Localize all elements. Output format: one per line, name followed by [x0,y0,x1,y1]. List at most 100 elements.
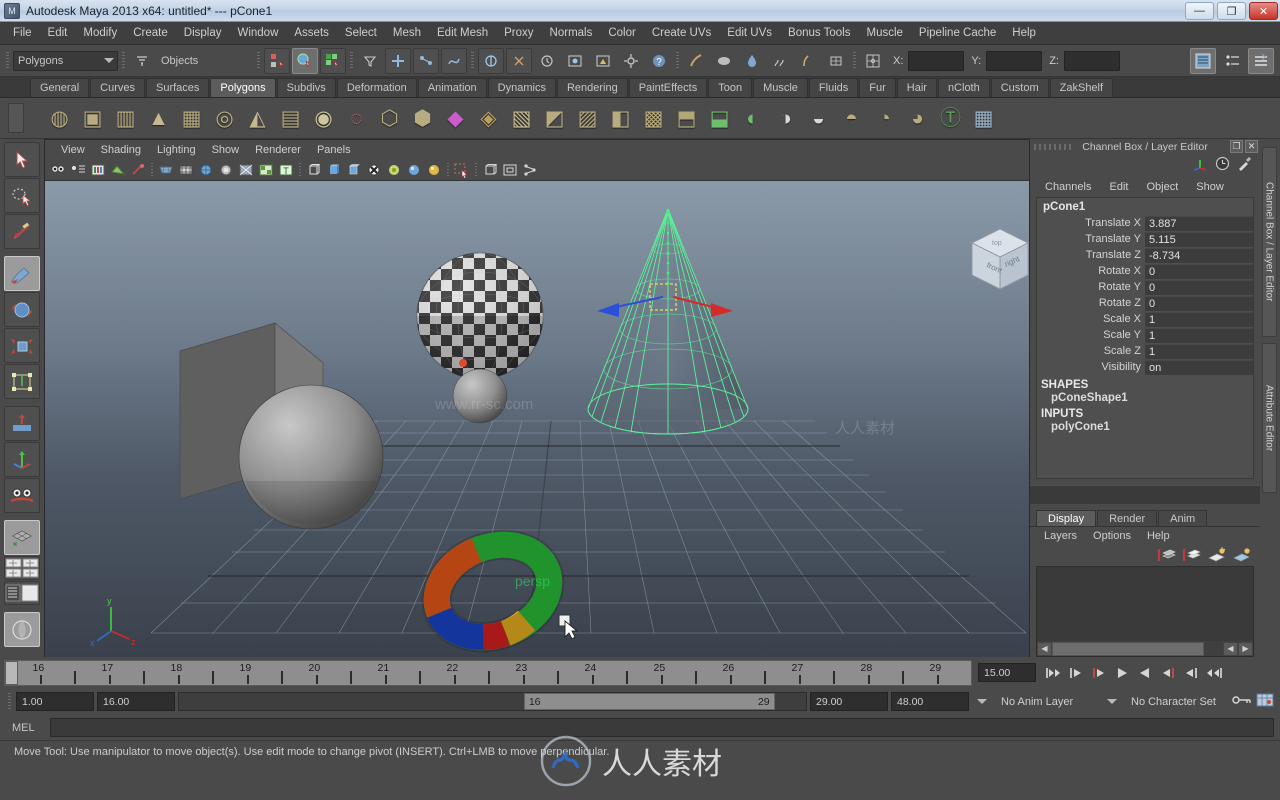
viewport-menu-show[interactable]: Show [204,144,248,156]
exposure-icon[interactable] [257,161,275,179]
polytorus-icon[interactable]: ◎ [209,103,240,134]
snap-to-viewplane-icon[interactable] [478,47,504,74]
menu-item-create-uvs[interactable]: Create UVs [644,25,719,41]
command-language-label[interactable]: MEL [12,722,42,734]
shelf-tab-surfaces[interactable]: Surfaces [145,78,210,97]
anim-layer-dropdown[interactable]: No Anim Layer [995,692,1099,711]
polyreduce-icon[interactable]: ◔ [869,103,900,134]
universal-manipulator-tool[interactable] [4,364,40,399]
resolution-gate-icon[interactable] [197,161,215,179]
channel-box-icon[interactable] [1248,47,1274,74]
select-by-hierarchy-icon[interactable] [264,47,290,74]
ipr-render-icon[interactable] [501,161,519,179]
select-by-object-icon[interactable] [292,47,318,74]
polypyramid-icon[interactable]: ◭ [242,103,273,134]
polyseparate-icon[interactable]: ⬒ [671,103,702,134]
polyprism-icon[interactable]: ▤ [275,103,306,134]
layer-menu-help[interactable]: Help [1139,530,1178,542]
xray-icon[interactable] [237,161,255,179]
channel-value[interactable]: -8.734 [1145,247,1253,263]
select-camera-icon[interactable] [49,161,67,179]
character-set-dropdown[interactable]: No Character Set [1125,692,1229,711]
help-icon[interactable]: ? [646,48,672,74]
channel-box-menu-object[interactable]: Object [1137,181,1187,193]
menu-item-select[interactable]: Select [337,25,385,41]
fluids-icon[interactable] [739,48,765,74]
scale-tool[interactable] [4,328,40,363]
perspective-viewport[interactable]: front right top y x z persp www.rr-sc.co… [45,181,1029,657]
range-end-field[interactable]: 29.00 [810,692,888,711]
shelf-tab-general[interactable]: General [30,78,90,97]
channel-row[interactable]: Rotate Z 0 [1037,295,1253,311]
channel-value[interactable]: 1 [1145,343,1253,359]
layer-list[interactable]: ◀ ◀ ▶ [1036,566,1254,657]
single-perspective-layout[interactable] [4,520,40,555]
shelf-tab-zakshelf[interactable]: ZakShelf [1049,78,1114,97]
polycrease-icon[interactable]: ▦ [968,103,999,134]
gate-mask-icon[interactable] [217,161,235,179]
construction-plane-icon[interactable] [860,48,886,74]
chevron-down-icon[interactable] [977,699,987,704]
go-to-end-icon[interactable] [1203,662,1225,684]
attribute-editor-icon[interactable] [1190,47,1216,74]
menu-item-window[interactable]: Window [229,25,286,41]
shelf-tab-rendering[interactable]: Rendering [556,78,628,97]
paint-effects-icon[interactable] [683,48,709,74]
shelf-tab-ncloth[interactable]: nCloth [937,78,990,97]
layer-menu-options[interactable]: Options [1085,530,1139,542]
snap-to-grid-icon[interactable] [385,47,411,74]
toolbar-divider[interactable] [4,50,11,72]
scroll-left-arrow[interactable]: ◀ [1037,641,1052,656]
tab-channel-box-layer-editor[interactable]: Channel Box / Layer Editor [1261,147,1277,337]
ipr-render-icon[interactable] [590,48,616,74]
layer-shading-icon[interactable] [1207,546,1227,566]
shelf-tab-muscle[interactable]: Muscle [753,78,808,97]
polysmooth-icon[interactable]: ⬓ [704,103,735,134]
polypipe-icon[interactable]: ◉ [308,103,339,134]
snap-to-point-icon[interactable] [441,47,467,74]
polybridge-icon[interactable]: ▨ [572,103,603,134]
current-frame-field[interactable]: 15.00 [978,663,1036,682]
toolbar-divider[interactable] [674,50,681,72]
toon-icon[interactable] [711,48,737,74]
shelf-tab-hair[interactable]: Hair [896,78,937,97]
shelf-tab-polygons[interactable]: Polygons [210,78,276,97]
shadows-icon[interactable] [385,161,403,179]
channel-row[interactable]: Scale Z 1 [1037,343,1253,359]
soft-modification-tool[interactable] [4,406,40,441]
channel-row[interactable]: Translate Z -8.734 [1037,247,1253,263]
panel-undock-button[interactable]: ❐ [1230,140,1243,153]
select-tool[interactable] [4,142,40,177]
toolbar-divider[interactable] [348,50,355,72]
channel-box-section-item[interactable]: pConeShape1 [1037,391,1253,404]
shelf-tab-painteffects[interactable]: PaintEffects [628,78,708,97]
lasso-select-tool[interactable] [4,178,40,213]
tool-settings-icon[interactable] [1220,48,1246,74]
scroll-right-arrow[interactable]: ▶ [1238,641,1253,656]
select-by-component-icon[interactable] [320,47,346,74]
scroll-left-arrow-2[interactable]: ◀ [1223,641,1238,656]
fur-icon[interactable] [767,48,793,74]
polytriangulate-icon[interactable]: ◒ [803,103,834,134]
menu-item-edit[interactable]: Edit [40,25,76,41]
polyplatonic-icon[interactable]: ⬢ [407,103,438,134]
range-track[interactable]: 16 29 [178,692,807,711]
layer-tab-display[interactable]: Display [1036,509,1097,527]
viewport-menu-panels[interactable]: Panels [309,144,359,156]
viewport-menu-view[interactable]: View [53,144,93,156]
shelf-tab-dynamics[interactable]: Dynamics [487,78,556,97]
render-settings-icon[interactable] [521,161,539,179]
polyhelix-icon[interactable]: ◌ [341,103,372,134]
make-live-icon[interactable] [506,47,532,74]
toolbar-divider[interactable] [120,50,127,72]
mask-filter-icon[interactable] [357,48,383,74]
text-hud-icon[interactable]: T [277,161,295,179]
menu-item-muscle[interactable]: Muscle [858,25,910,41]
layer-list-scrollbar[interactable]: ◀ ◀ ▶ [1037,641,1253,656]
shelf-tab-deformation[interactable]: Deformation [336,78,417,97]
new-layer-icon[interactable] [1157,547,1177,566]
move-tool[interactable] [4,256,40,291]
shelf-tab-fur[interactable]: Fur [859,78,896,97]
menu-item-edit-uvs[interactable]: Edit UVs [719,25,780,41]
shelf-tab-curves[interactable]: Curves [90,78,145,97]
